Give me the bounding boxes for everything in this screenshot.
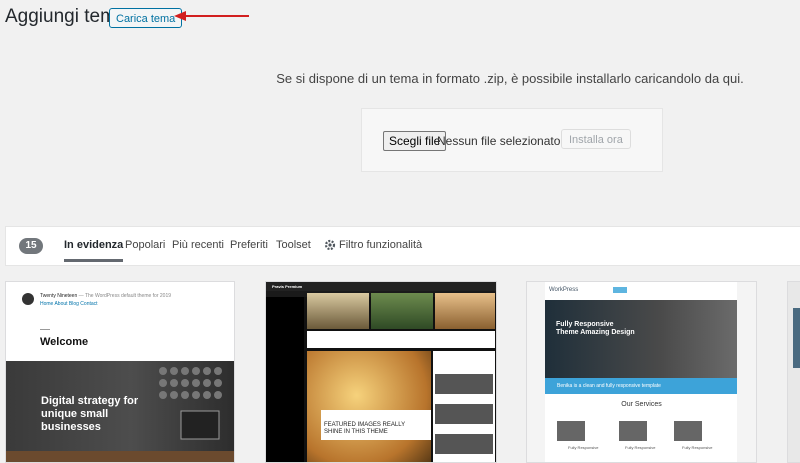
theme-hero-image [307, 351, 431, 462]
theme-site-title: Twenty Nineteen [40, 293, 78, 299]
wordpress-logo-icon [22, 293, 34, 305]
theme-hero-title: Fully Responsive Theme Amazing Design [556, 321, 635, 336]
theme-count-badge: 15 [19, 238, 43, 254]
theme-card[interactable]: Pravis Premium FEATURED IMAGES REALLY SH… [265, 281, 497, 463]
theme-sidebar [266, 297, 304, 462]
theme-menu: Home About Blog Contact [40, 301, 98, 307]
theme-card[interactable]: WorkPress Fully Responsive Theme Amazing… [526, 281, 757, 463]
theme-headline: Digital strategy for unique small busine… [41, 395, 139, 433]
theme-image [674, 421, 702, 441]
upload-form: Scegli file Nessun file selezionato Inst… [361, 108, 663, 172]
theme-tagline: — The WordPress default theme for 2019 [78, 293, 172, 299]
theme-image [307, 293, 369, 329]
theme-logo: WorkPress [549, 287, 579, 293]
tab-latest[interactable]: Più recenti [172, 239, 224, 251]
theme-image [371, 293, 433, 329]
tab-popular[interactable]: Popolari [125, 239, 165, 251]
theme-image [435, 404, 493, 424]
install-now-button[interactable]: Installa ora [561, 129, 631, 149]
file-status: Nessun file selezionato [437, 134, 561, 148]
theme-card[interactable] [787, 281, 800, 463]
divider [40, 329, 50, 330]
page-title: Aggiungi temi [5, 6, 121, 27]
tab-featured[interactable]: In evidenza [64, 239, 124, 262]
theme-filter-bar: 15 In evidenza Popolari Più recenti Pref… [5, 226, 800, 266]
theme-welcome-heading: Welcome [40, 336, 89, 348]
theme-image [435, 434, 493, 454]
theme-service-label: Fully Responsive [625, 445, 656, 450]
theme-bar-text: Benika is a clean and fully responsive t… [557, 383, 661, 389]
tab-favorites[interactable]: Preferiti [230, 239, 268, 251]
theme-image [435, 374, 493, 394]
feature-filter-link[interactable]: Filtro funzionalità [339, 239, 422, 251]
gear-icon[interactable] [324, 239, 336, 251]
tab-toolset[interactable]: Toolset [276, 239, 311, 251]
theme-services-title: Our Services [621, 401, 662, 408]
upload-help-text: Se si dispone di un tema in formato .zip… [276, 71, 744, 86]
theme-image [619, 421, 647, 441]
theme-image [435, 293, 495, 329]
upload-theme-button[interactable]: Carica tema [109, 8, 183, 28]
annotation-arrow-icon [174, 11, 249, 21]
theme-hero-image [545, 300, 737, 378]
theme-service-label: Fully Responsive [568, 445, 599, 450]
theme-site-title: Pravis Premium [272, 284, 303, 289]
theme-featured-text: FEATURED IMAGES REALLY SHINE IN THIS THE… [324, 422, 406, 435]
theme-service-label: Fully Responsive [682, 445, 713, 450]
theme-card[interactable]: Twenty Nineteen — The WordPress default … [5, 281, 235, 463]
theme-image [557, 421, 585, 441]
